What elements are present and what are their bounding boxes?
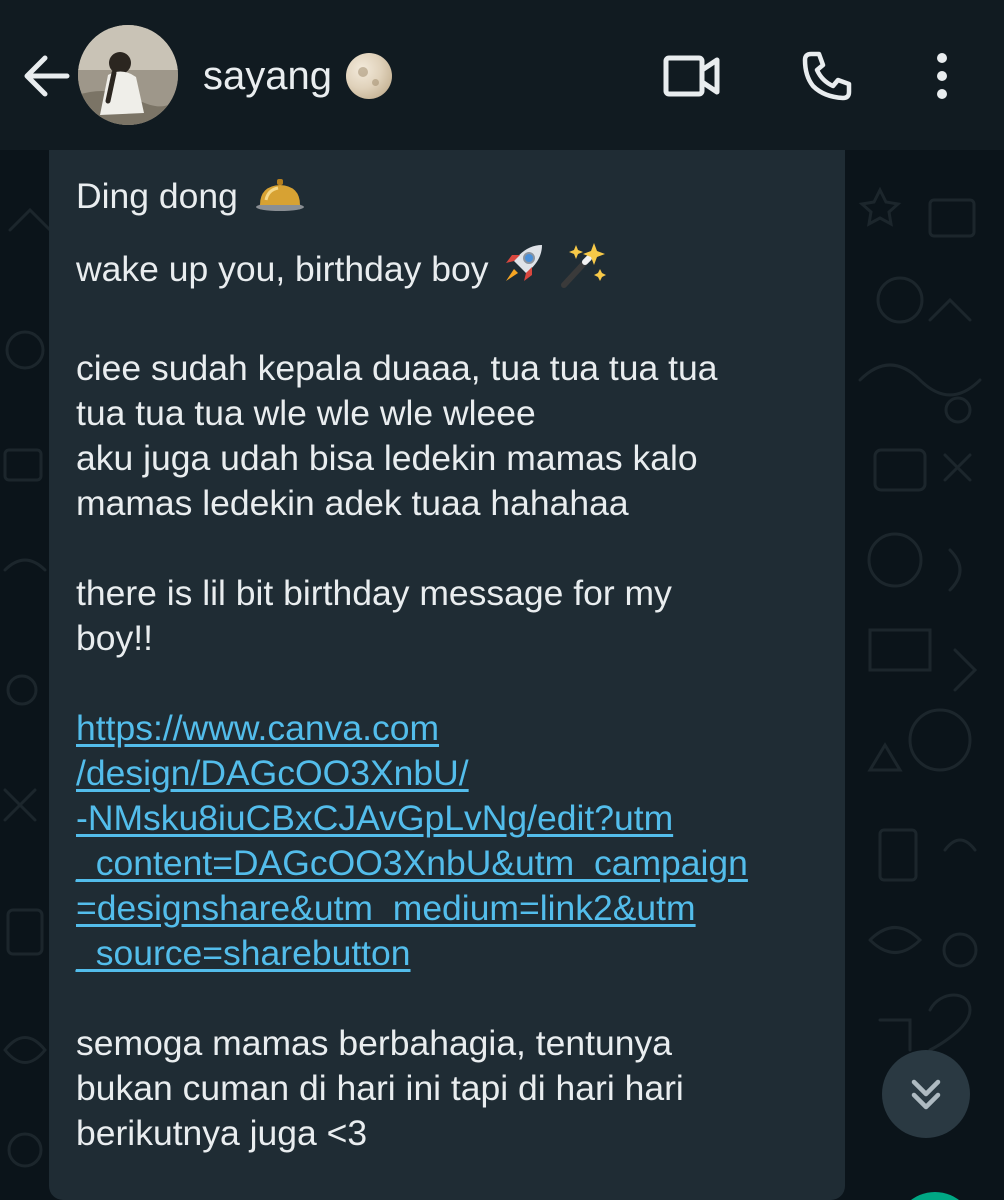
rocket-icon — [506, 245, 543, 281]
magic-wand-icon — [561, 243, 607, 288]
video-call-button[interactable] — [660, 44, 724, 108]
message-line: bukan cuman di hari ini tapi di hari har… — [76, 1068, 684, 1108]
avatar[interactable] — [78, 25, 178, 125]
avatar-photo — [78, 25, 178, 125]
voice-call-button[interactable] — [795, 44, 859, 108]
chat-screen: sayang Ding dong wake up you, birthday b… — [0, 0, 1004, 1200]
bellhop-bell-icon — [255, 179, 304, 211]
message-line: there is lil bit birthday message for my — [76, 573, 672, 613]
message-line: berikutnya juga <3 — [76, 1113, 368, 1153]
back-button[interactable] — [18, 48, 74, 104]
back-arrow-icon — [24, 55, 70, 97]
contact-name: sayang — [203, 53, 332, 98]
link-line: https://www.canva.com — [76, 708, 440, 748]
message-line: mamas ledekin adek tuaa hahahaa — [76, 483, 629, 523]
message-line: wake up you, birthday boy — [76, 239, 819, 292]
moon-emoji-icon — [345, 53, 392, 99]
message-line: semoga mamas berbahagia, tentunya — [76, 1023, 672, 1063]
scroll-to-bottom-button[interactable] — [882, 1050, 970, 1138]
message-line: ciee sudah kepala duaaa, tua tua tua tua — [76, 348, 718, 388]
link-line: -NMsku8iuCBxCJAvGpLvNg/edit?utm — [76, 798, 674, 838]
contact-title[interactable]: sayang — [203, 52, 392, 100]
message-line: Ding dong — [76, 174, 819, 219]
link-line: _content=DAGcOO3XnbU&utm_campaign — [76, 843, 748, 883]
chat-header: sayang — [0, 0, 1004, 150]
video-camera-icon — [663, 55, 720, 97]
message-text: wake up you, birthday boy — [76, 249, 489, 289]
more-options-button[interactable] — [910, 44, 974, 108]
message-line: aku juga udah bisa ledekin mamas kalo — [76, 438, 698, 478]
message-line: boy!! — [76, 618, 153, 658]
link-line: /design/DAGcOO3XnbU/ — [76, 753, 469, 793]
message-bubble[interactable]: Ding dong wake up you, birthday boy ciee… — [49, 150, 845, 1200]
double-chevron-down-icon — [911, 1079, 941, 1110]
canva-link[interactable]: https://www.canva.com /design/DAGcOO3Xnb… — [76, 706, 806, 976]
link-line: _source=sharebutton — [76, 933, 411, 973]
message-text: Ding dong — [76, 176, 238, 216]
more-vertical-icon — [937, 53, 947, 99]
phone-icon — [802, 51, 852, 101]
message-line: tua tua tua wle wle wle wleee — [76, 393, 536, 433]
link-line: =designshare&utm_medium=link2&utm — [76, 888, 696, 928]
